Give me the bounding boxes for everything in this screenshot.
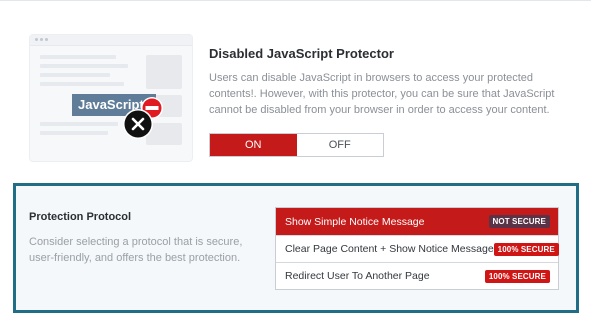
option-label: Redirect User To Another Page [285, 270, 430, 282]
toggle-off-button[interactable]: OFF [297, 134, 384, 156]
toggle-on-button[interactable]: ON [210, 134, 297, 156]
protector-toggle[interactable]: ON OFF [209, 133, 384, 157]
option-label: Show Simple Notice Message [285, 215, 425, 228]
protector-title: Disabled JavaScript Protector [209, 46, 394, 61]
illustration-text-line [40, 131, 108, 135]
not-secure-badge: NOT SECURE [488, 215, 550, 228]
protocol-option-redirect[interactable]: Redirect User To Another Page 100% SECUR… [276, 262, 558, 289]
protocol-title: Protection Protocol [29, 211, 132, 223]
illustration-text-line [40, 82, 124, 86]
protocol-option-simple-notice[interactable]: Show Simple Notice Message NOT SECURE [276, 208, 558, 235]
secure-badge: 100% SECURE [484, 269, 550, 283]
top-divider [0, 0, 591, 1]
protector-illustration: JavaScript [29, 34, 193, 162]
illustration-text-line [40, 64, 128, 68]
window-dot [45, 38, 48, 41]
secure-badge: 100% SECURE [493, 242, 559, 256]
illustration-window-bar [30, 35, 192, 46]
illustration-sidebar-block [146, 55, 182, 89]
illustration-text-line [40, 73, 110, 77]
illustration-text-line [40, 122, 118, 126]
protection-protocol-panel: Protection Protocol Consider selecting a… [13, 183, 579, 313]
option-label: Clear Page Content + Show Notice Message [285, 243, 494, 255]
protector-description: Users can disable JavaScript in browsers… [209, 72, 555, 116]
close-circle-icon [123, 109, 153, 139]
protocol-option-clear-content[interactable]: Clear Page Content + Show Notice Message… [276, 235, 559, 262]
illustration-text-line [40, 55, 116, 59]
window-dot [35, 38, 38, 41]
window-dot [40, 38, 43, 41]
protocol-description: Consider selecting a protocol that is se… [29, 236, 243, 264]
protocol-options: Show Simple Notice Message NOT SECURE Cl… [275, 207, 559, 290]
